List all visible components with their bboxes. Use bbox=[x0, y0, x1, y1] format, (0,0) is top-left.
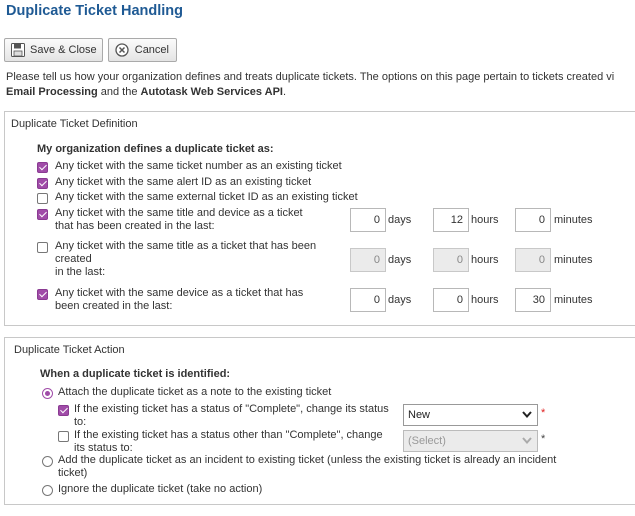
option-label: Any ticket with the same title as a tick… bbox=[55, 240, 316, 279]
chevron-down-icon bbox=[522, 437, 532, 445]
intro-period: . bbox=[283, 86, 287, 98]
same-title-checkbox[interactable] bbox=[37, 242, 48, 253]
option-label-line-2: that has been created in the last: bbox=[55, 220, 215, 232]
days-unit: days bbox=[388, 294, 412, 306]
option-title-and-device[interactable]: Any ticket with the same title and devic… bbox=[37, 207, 303, 233]
complete-status-label: If the existing ticket has a status of "… bbox=[74, 403, 389, 429]
option-same-ticket-number[interactable]: Any ticket with the same ticket number a… bbox=[37, 160, 342, 173]
days-unit: days bbox=[388, 214, 412, 226]
option-label-line-2: been created in the last: bbox=[55, 300, 173, 312]
complete-status-select[interactable]: New bbox=[403, 404, 538, 426]
title-device-minutes-input[interactable]: 0 bbox=[515, 208, 551, 232]
option-label: Any ticket with the same title and devic… bbox=[55, 207, 303, 233]
web-services-api-text: Autotask Web Services API bbox=[140, 86, 283, 98]
hours-unit: hours bbox=[471, 214, 499, 226]
same-device-hours-input[interactable]: 0 bbox=[433, 288, 469, 312]
same-title-days-input[interactable]: 0 bbox=[350, 248, 386, 272]
minutes-unit: minutes bbox=[554, 214, 593, 226]
add-incident-label-line-2: ticket) bbox=[58, 467, 88, 479]
intro-connector: and the bbox=[97, 86, 141, 98]
option-label-line-3: in the last: bbox=[55, 266, 106, 278]
save-close-label: Save & Close bbox=[30, 44, 97, 56]
cancel-button[interactable]: Cancel bbox=[108, 38, 177, 62]
add-incident-radio[interactable] bbox=[42, 456, 53, 467]
action-subhead: When a duplicate ticket is identified: bbox=[40, 368, 231, 380]
minutes-unit: minutes bbox=[554, 254, 593, 266]
same-alert-id-checkbox[interactable] bbox=[37, 178, 48, 189]
option-label-line-1: Any ticket with the same title and devic… bbox=[55, 207, 303, 219]
page-title: Duplicate Ticket Handling bbox=[6, 3, 183, 19]
other-status-value: (Select) bbox=[408, 435, 446, 447]
definition-section-title: Duplicate Ticket Definition bbox=[11, 118, 138, 130]
chevron-down-icon bbox=[522, 411, 532, 419]
save-close-button[interactable]: Save & Close bbox=[4, 38, 103, 62]
add-incident-option[interactable]: Add the duplicate ticket as an incident … bbox=[42, 454, 556, 480]
same-external-id-checkbox[interactable] bbox=[37, 193, 48, 204]
ignore-radio[interactable] bbox=[42, 485, 53, 496]
ignore-option[interactable]: Ignore the duplicate ticket (take no act… bbox=[42, 483, 262, 496]
email-processing-text: Email Processing bbox=[6, 86, 98, 98]
action-section: Duplicate Ticket Action When a duplicate… bbox=[4, 337, 635, 505]
required-asterisk: * bbox=[541, 433, 546, 445]
complete-status-label-line-2: to: bbox=[74, 416, 87, 428]
action-section-title: Duplicate Ticket Action bbox=[14, 344, 125, 356]
minutes-unit: minutes bbox=[554, 294, 593, 306]
option-label-line-1: Any ticket with the same title as a tick… bbox=[55, 240, 317, 252]
required-asterisk: * bbox=[541, 407, 546, 419]
option-label: Any ticket with the same alert ID as an … bbox=[55, 176, 312, 188]
other-status-label: If the existing ticket has a status othe… bbox=[74, 429, 383, 455]
other-status-label-line-2: its status to: bbox=[74, 442, 133, 454]
same-device-checkbox[interactable] bbox=[37, 289, 48, 300]
intro-text: Please tell us how your organization def… bbox=[6, 70, 635, 100]
ignore-label: Ignore the duplicate ticket (take no act… bbox=[58, 483, 263, 495]
definition-subhead: My organization defines a duplicate tick… bbox=[37, 143, 274, 155]
attach-note-radio[interactable] bbox=[42, 388, 53, 399]
same-device-days-input[interactable]: 0 bbox=[350, 288, 386, 312]
complete-status-label-line-1: If the existing ticket has a status of "… bbox=[74, 403, 389, 415]
add-incident-label: Add the duplicate ticket as an incident … bbox=[58, 454, 556, 480]
add-incident-label-line-1: Add the duplicate ticket as an incident … bbox=[58, 454, 557, 466]
other-status-select[interactable]: (Select) bbox=[403, 430, 538, 452]
option-label-line-2: created bbox=[55, 253, 92, 265]
option-same-title[interactable]: Any ticket with the same title as a tick… bbox=[37, 240, 316, 279]
same-title-minutes-input[interactable]: 0 bbox=[515, 248, 551, 272]
option-label: Any ticket with the same external ticket… bbox=[55, 191, 358, 203]
option-same-external-id[interactable]: Any ticket with the same external ticket… bbox=[37, 191, 358, 204]
title-and-device-checkbox[interactable] bbox=[37, 209, 48, 220]
definition-section: Duplicate Ticket Definition My organizat… bbox=[4, 111, 635, 326]
option-label: Any ticket with the same ticket number a… bbox=[55, 160, 342, 172]
floppy-disk-icon bbox=[11, 42, 25, 58]
hours-unit: hours bbox=[471, 294, 499, 306]
other-status-label-line-1: If the existing ticket has a status othe… bbox=[74, 429, 383, 441]
complete-status-option[interactable]: If the existing ticket has a status of "… bbox=[58, 403, 389, 429]
complete-status-value: New bbox=[408, 409, 431, 421]
same-device-minutes-input[interactable]: 30 bbox=[515, 288, 551, 312]
attach-note-label: Attach the duplicate ticket as a note to… bbox=[58, 386, 332, 398]
hours-unit: hours bbox=[471, 254, 499, 266]
option-same-alert-id[interactable]: Any ticket with the same alert ID as an … bbox=[37, 176, 311, 189]
other-status-checkbox[interactable] bbox=[58, 431, 69, 442]
attach-note-option[interactable]: Attach the duplicate ticket as a note to… bbox=[42, 386, 331, 399]
title-device-days-input[interactable]: 0 bbox=[350, 208, 386, 232]
title-device-hours-input[interactable]: 12 bbox=[433, 208, 469, 232]
cancel-circle-icon bbox=[115, 42, 130, 58]
days-unit: days bbox=[388, 254, 412, 266]
other-status-option[interactable]: If the existing ticket has a status othe… bbox=[58, 429, 383, 455]
intro-line-2: Email Processing and the Autotask Web Se… bbox=[6, 85, 635, 100]
same-title-hours-input[interactable]: 0 bbox=[433, 248, 469, 272]
same-ticket-number-checkbox[interactable] bbox=[37, 162, 48, 173]
option-label-line-1: Any ticket with the same device as a tic… bbox=[55, 287, 304, 299]
intro-line-1: Please tell us how your organization def… bbox=[6, 71, 615, 83]
cancel-label: Cancel bbox=[134, 44, 169, 56]
complete-status-checkbox[interactable] bbox=[58, 405, 69, 416]
option-same-device[interactable]: Any ticket with the same device as a tic… bbox=[37, 287, 303, 313]
option-label: Any ticket with the same device as a tic… bbox=[55, 287, 303, 313]
